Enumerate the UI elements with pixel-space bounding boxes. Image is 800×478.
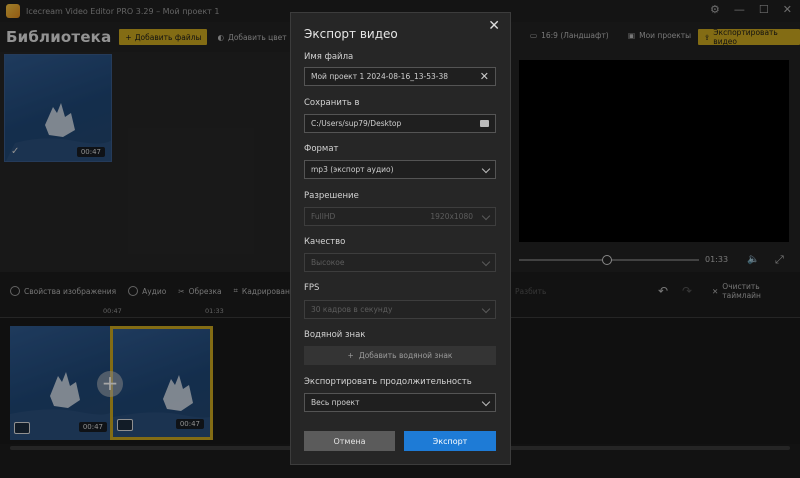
export-duration-label: Экспортировать продолжительность	[304, 377, 472, 387]
filename-input[interactable]: Мой проект 1 2024-08-16_13-53-38 ✕	[304, 67, 496, 86]
filename-label: Имя файла	[304, 52, 354, 62]
add-watermark-label: Добавить водяной знак	[358, 351, 453, 360]
chevron-down-icon	[481, 164, 491, 174]
dialog-title: Экспорт видео	[304, 27, 398, 41]
plus-icon: +	[347, 351, 354, 360]
export-duration-value: Весь проект	[311, 398, 360, 407]
save-path-value: C:/Users/sup79/Desktop	[311, 119, 402, 128]
cancel-button[interactable]: Отмена	[304, 431, 395, 451]
dialog-close-icon[interactable]: ✕	[488, 18, 500, 34]
resolution-size: 1920x1080	[430, 212, 473, 221]
save-to-label: Сохранить в	[304, 98, 360, 108]
fps-select[interactable]: 30 кадров в секунду	[304, 300, 496, 319]
format-value: mp3 (экспорт аудио)	[311, 165, 394, 174]
filename-value: Мой проект 1 2024-08-16_13-53-38	[311, 72, 449, 81]
clear-input-icon[interactable]: ✕	[480, 70, 489, 83]
folder-icon[interactable]	[480, 120, 489, 127]
quality-select[interactable]: Высокое	[304, 253, 496, 272]
chevron-down-icon	[481, 397, 491, 407]
format-select[interactable]: mp3 (экспорт аудио)	[304, 160, 496, 179]
quality-value: Высокое	[311, 258, 345, 267]
fps-value: 30 кадров в секунду	[311, 305, 393, 314]
fps-label: FPS	[304, 283, 320, 293]
quality-label: Качество	[304, 237, 346, 247]
resolution-select[interactable]: FullHD 1920x1080	[304, 207, 496, 226]
export-duration-select[interactable]: Весь проект	[304, 393, 496, 412]
export-button[interactable]: Экспорт	[404, 431, 496, 451]
chevron-down-icon	[481, 257, 491, 267]
watermark-label: Водяной знак	[304, 330, 366, 340]
resolution-value: FullHD	[311, 212, 336, 221]
chevron-down-icon	[481, 211, 491, 221]
resolution-label: Разрешение	[304, 191, 359, 201]
add-watermark-button[interactable]: + Добавить водяной знак	[304, 346, 496, 365]
chevron-down-icon	[481, 304, 491, 314]
export-video-dialog: ✕ Экспорт видео Имя файла Мой проект 1 2…	[290, 12, 511, 465]
save-path-input[interactable]: C:/Users/sup79/Desktop	[304, 114, 496, 133]
format-label: Формат	[304, 144, 339, 154]
